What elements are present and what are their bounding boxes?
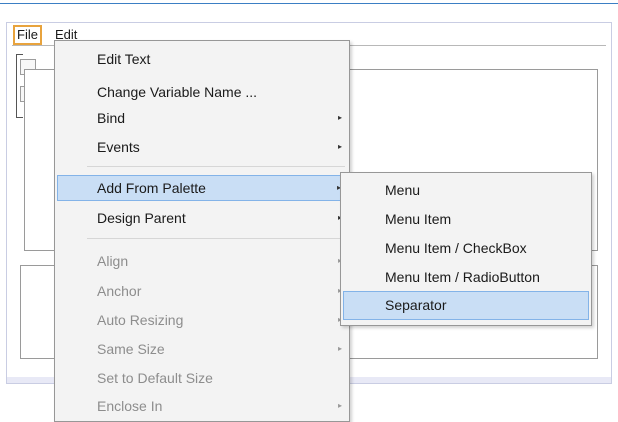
ctx-item-label: Enclose In [97,398,163,414]
menu-file[interactable]: File [13,25,42,45]
ctx-item-label: Bind [97,110,126,126]
ctx-item-label: Change Variable Name ... [97,84,258,100]
ctx-item-label: Set to Default Size [97,370,213,386]
ctx-item-edit-text[interactable]: Edit Text [57,46,347,72]
ctx-item-same-size[interactable]: Same Size ▸ [57,336,347,362]
submenu-arrow-icon: ▸ [337,344,342,353]
ctx-item-anchor[interactable]: Anchor ▸ [57,278,347,304]
ctx-item-align[interactable]: Align ▸ [57,248,347,274]
ctx-item-set-to-default-size[interactable]: Set to Default Size [57,365,347,391]
submenu-item-menu-item[interactable]: Menu Item [343,205,589,234]
context-menu: Edit Text Change Variable Name ... Bind … [54,40,350,422]
submenu-arrow-icon: ▸ [337,113,342,122]
submenu-item-label: Menu Item / CheckBox [385,240,527,256]
window-top-border [0,3,618,4]
ctx-item-change-variable-name[interactable]: Change Variable Name ... [57,79,347,105]
ctx-item-label: Same Size [97,341,165,357]
menu-separator [87,166,345,167]
ctx-item-bind[interactable]: Bind ▸ [57,105,347,131]
ctx-item-label: Design Parent [97,210,186,226]
palette-submenu: Menu Menu Item Menu Item / CheckBox Menu… [340,172,592,326]
submenu-item-menu-item-radiobutton[interactable]: Menu Item / RadioButton [343,263,589,292]
submenu-item-label: Menu Item / RadioButton [385,269,540,285]
ctx-item-add-from-palette[interactable]: Add From Palette ▸ [57,175,347,201]
ctx-item-label: Add From Palette [97,180,206,196]
ctx-item-events[interactable]: Events ▸ [57,134,347,160]
ctx-item-label: Edit Text [97,51,151,67]
menu-separator [87,238,345,239]
ctx-item-enclose-in[interactable]: Enclose In ▸ [57,393,347,419]
submenu-arrow-icon: ▸ [337,142,342,151]
submenu-item-menu[interactable]: Menu [343,176,589,205]
ctx-item-label: Anchor [97,283,142,299]
submenu-item-menu-item-checkbox[interactable]: Menu Item / CheckBox [343,234,589,263]
submenu-item-label: Menu Item [385,211,452,227]
ctx-item-label: Events [97,139,140,155]
ctx-item-design-parent[interactable]: Design Parent ▸ [57,205,347,231]
submenu-arrow-icon: ▸ [337,401,342,410]
submenu-item-label: Separator [385,297,447,313]
ctx-item-label: Align [97,253,129,269]
submenu-item-label: Menu [385,182,421,198]
ctx-item-label: Auto Resizing [97,312,184,328]
ctx-item-auto-resizing[interactable]: Auto Resizing ▸ [57,307,347,333]
submenu-item-separator[interactable]: Separator [343,291,589,320]
